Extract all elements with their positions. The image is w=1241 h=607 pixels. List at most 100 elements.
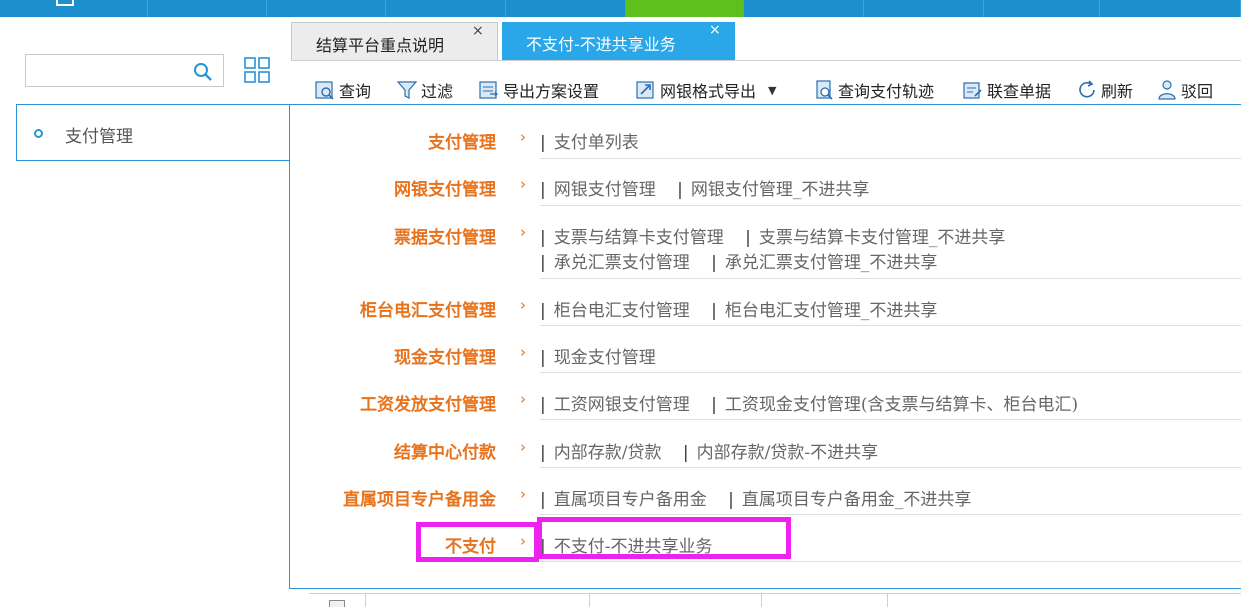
row-divider: [540, 325, 1241, 326]
nav-item[interactable]: [744, 0, 864, 17]
nav-item-home[interactable]: [0, 0, 148, 17]
nav-item[interactable]: [267, 0, 386, 17]
menu-links: | 支票与结算卡支付管理 | 支票与结算卡支付管理_不进共享: [540, 228, 1006, 248]
row-divider: [540, 372, 1241, 373]
nav-item[interactable]: [506, 0, 626, 17]
menu-link[interactable]: 网银支付管理_不进共享: [691, 180, 870, 200]
export-settings-button[interactable]: 导出方案设置: [478, 76, 599, 104]
bank-export-button[interactable]: 网银格式导出 ▼: [635, 76, 776, 104]
tab-no-payment-business[interactable]: 不支付-不进共享业务 ×: [502, 22, 735, 60]
menu-link[interactable]: 承兑汇票支付管理_不进共享: [725, 253, 938, 273]
menu-link[interactable]: 柜台电汇支付管理_不进共享: [725, 301, 938, 321]
menu-category[interactable]: 票据支付管理: [394, 223, 496, 248]
search-icon[interactable]: [193, 62, 213, 82]
toolbar-label: 刷新: [1101, 82, 1134, 101]
menu-category[interactable]: 直属项目专户备用金: [343, 485, 496, 510]
top-nav-bar: [0, 0, 1241, 17]
chevron-right-icon: ›: [520, 175, 526, 193]
menu-link[interactable]: 直属项目专户备用金: [554, 490, 707, 510]
menu-category[interactable]: 结算中心付款: [394, 438, 496, 463]
nav-item[interactable]: [864, 0, 984, 17]
tab-label: 结算平台重点说明: [316, 36, 445, 55]
chevron-down-icon[interactable]: ▼: [768, 84, 776, 97]
search-input[interactable]: [30, 60, 190, 82]
row-checkbox[interactable]: [329, 600, 345, 607]
column-divider: [761, 594, 762, 607]
menu-link[interactable]: 网银支付管理: [554, 180, 656, 200]
query-icon: [315, 81, 334, 100]
track-icon: [816, 80, 833, 100]
menu-link[interactable]: 承兑汇票支付管理: [554, 253, 690, 273]
column-divider: [589, 594, 590, 607]
query-button[interactable]: 查询: [314, 76, 371, 104]
close-icon[interactable]: ×: [709, 23, 721, 37]
table-row: [309, 593, 1241, 607]
reject-button[interactable]: 驳回: [1156, 76, 1213, 104]
toolbar-label: 驳回: [1181, 82, 1214, 101]
menu-category[interactable]: 工资发放支付管理: [360, 390, 496, 415]
menu-category[interactable]: 支付管理: [428, 128, 496, 153]
tab-label: 不支付-不进共享业务: [526, 35, 676, 54]
menu-category[interactable]: 网银支付管理: [394, 175, 496, 200]
chevron-right-icon: ›: [520, 390, 526, 408]
menu-link[interactable]: 支票与结算卡支付管理_不进共享: [759, 228, 1006, 248]
toolbar: 查询 过滤 导出方案设置 网银格式导出 ▼ 查询支付轨迹 联查单据 刷新 驳回: [310, 76, 1241, 106]
menu-link[interactable]: 工资网银支付管理: [554, 395, 690, 415]
row-divider: [540, 514, 1241, 515]
menu-category[interactable]: 柜台电汇支付管理: [360, 296, 496, 321]
menu-links: | 承兑汇票支付管理 | 承兑汇票支付管理_不进共享: [540, 253, 938, 273]
row-divider: [540, 158, 1241, 159]
tab-settlement-notes[interactable]: 结算平台重点说明 ×: [291, 22, 498, 60]
menu-links: | 网银支付管理 | 网银支付管理_不进共享: [540, 180, 870, 200]
left-menu-payment-management[interactable]: 支付管理: [16, 104, 291, 161]
home-icon: [56, 0, 74, 6]
refresh-icon: [1079, 80, 1095, 98]
chevron-right-icon: ›: [520, 343, 526, 361]
chevron-right-icon: ›: [520, 296, 526, 314]
chevron-right-icon: ›: [520, 223, 526, 241]
nav-item[interactable]: [984, 0, 1100, 17]
menu-links: | 内部存款/贷款 | 内部存款/贷款-不进共享: [540, 443, 879, 463]
refresh-button[interactable]: 刷新: [1076, 76, 1133, 104]
column-divider: [365, 594, 366, 607]
menu-link[interactable]: 支付单列表: [554, 133, 639, 153]
row-divider: [540, 467, 1241, 468]
linked-docs-button[interactable]: 联查单据: [962, 76, 1051, 104]
nav-item[interactable]: [1100, 0, 1241, 17]
grid-view-icon[interactable]: [243, 56, 271, 84]
chevron-right-icon: ›: [520, 128, 526, 146]
menu-link[interactable]: 内部存款/贷款-不进共享: [697, 443, 878, 463]
menu-links: | 直属项目专户备用金 | 直属项目专户备用金_不进共享: [540, 490, 972, 510]
filter-icon: [396, 81, 418, 99]
nav-item[interactable]: [386, 0, 506, 17]
nav-item-active[interactable]: [626, 0, 744, 17]
menu-links: | 支付单列表: [540, 133, 639, 153]
toolbar-label: 网银格式导出: [660, 82, 757, 101]
menu-link[interactable]: 支票与结算卡支付管理: [554, 228, 724, 248]
menu-link[interactable]: 直属项目专户备用金_不进共享: [742, 490, 972, 510]
export-icon: [636, 81, 654, 99]
toolbar-label: 导出方案设置: [503, 82, 600, 101]
toolbar-label: 联查单据: [987, 82, 1052, 101]
reject-icon: [1158, 80, 1176, 100]
menu-links: | 现金支付管理: [540, 348, 656, 368]
track-payment-button[interactable]: 查询支付轨迹: [813, 76, 934, 104]
close-icon[interactable]: ×: [472, 24, 484, 38]
highlight-box-category: [416, 522, 539, 562]
toolbar-label: 查询: [339, 82, 372, 101]
row-divider: [540, 278, 1241, 279]
menu-link[interactable]: 现金支付管理: [554, 348, 656, 368]
column-divider: [887, 594, 888, 607]
app-root: 结算平台重点说明 × 不支付-不进共享业务 × 查询 过滤 导出方案设置 网银格…: [0, 0, 1241, 607]
nav-item[interactable]: [148, 0, 267, 17]
menu-link[interactable]: 工资现金支付管理(含支票与结算卡、柜台电汇): [725, 395, 1078, 415]
filter-button[interactable]: 过滤: [396, 76, 453, 104]
menu-link[interactable]: 柜台电汇支付管理: [554, 301, 690, 321]
menu-links: | 工资网银支付管理 | 工资现金支付管理(含支票与结算卡、柜台电汇): [540, 395, 1079, 415]
toolbar-label: 过滤: [421, 82, 454, 101]
chevron-right-icon: ›: [520, 438, 526, 456]
toolbar-label: 查询支付轨迹: [838, 82, 935, 101]
row-divider: [540, 205, 1241, 206]
menu-link[interactable]: 内部存款/贷款: [554, 443, 662, 463]
menu-category[interactable]: 现金支付管理: [394, 343, 496, 368]
